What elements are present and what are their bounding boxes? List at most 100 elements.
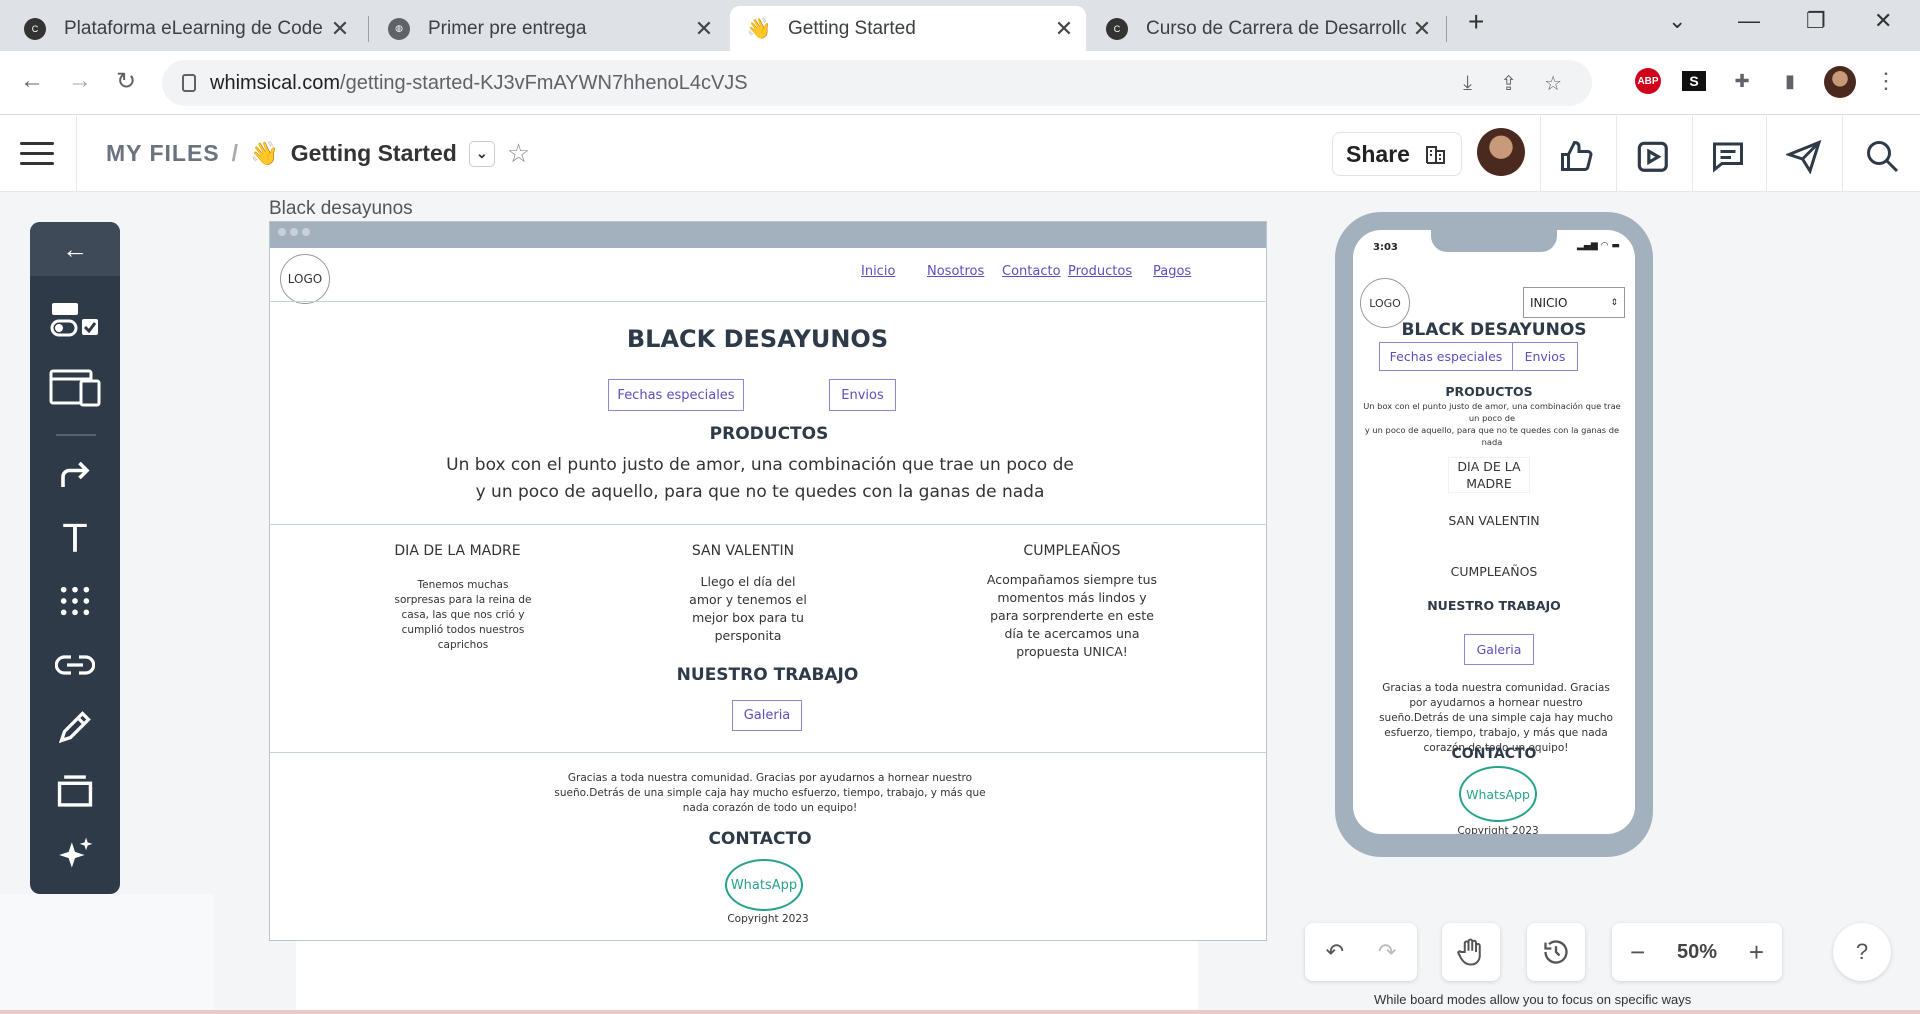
chevron-down-icon[interactable]: ⌄	[468, 140, 495, 167]
phone-notch	[1431, 230, 1557, 252]
frame-browser-bar	[270, 222, 1266, 248]
galeria-button[interactable]: Galeria	[732, 700, 802, 731]
close-icon[interactable]: ✕	[328, 16, 352, 42]
mobile-envios-button[interactable]: Envios	[1512, 342, 1578, 371]
close-icon[interactable]: ✕	[1052, 16, 1076, 42]
send-icon[interactable]	[1784, 136, 1824, 176]
link-icon[interactable]	[30, 640, 120, 690]
productos-heading: PRODUCTOS	[709, 424, 829, 444]
extension-s-icon[interactable]: S	[1682, 71, 1706, 91]
back-arrow-icon[interactable]: ←	[30, 222, 120, 276]
tab-getting-started[interactable]: 👋 Getting Started ✕	[730, 6, 1086, 51]
forward-icon[interactable]: →	[68, 67, 92, 95]
share-button[interactable]: Share	[1332, 132, 1462, 176]
my-files-link[interactable]: MY FILES	[106, 140, 220, 167]
history-icon[interactable]	[1527, 923, 1585, 981]
nav-link-contacto[interactable]: Contacto	[1002, 264, 1061, 279]
zoom-level[interactable]: 50%	[1677, 941, 1717, 964]
nav-link-pagos[interactable]: Pagos	[1153, 264, 1191, 279]
pencil-icon[interactable]	[30, 702, 120, 752]
undo-icon[interactable]: ↶	[1326, 939, 1344, 965]
side-panel-icon[interactable]: ▮	[1774, 65, 1806, 97]
breadcrumb: MY FILES / 👋 Getting Started ⌄ ☆	[106, 138, 530, 169]
wave-icon: 👋	[746, 18, 772, 40]
present-icon[interactable]	[1632, 136, 1672, 176]
adblock-icon[interactable]: ABP	[1635, 68, 1661, 94]
mobile-whatsapp-button[interactable]: WhatsApp	[1459, 766, 1537, 822]
close-icon[interactable]: ✕	[1410, 16, 1434, 42]
zoom-out-icon[interactable]: −	[1630, 937, 1645, 968]
share-label: Share	[1346, 140, 1410, 167]
minimize-icon[interactable]: —	[1738, 8, 1760, 34]
nav-link-nosotros[interactable]: Nosotros	[927, 264, 984, 279]
frame-title[interactable]: Black desayunos	[269, 198, 413, 220]
bookmark-star-icon[interactable]: ☆	[1544, 71, 1562, 96]
profile-avatar[interactable]	[1824, 66, 1856, 98]
nav-link-productos[interactable]: Productos	[1068, 264, 1132, 279]
select-arrows-icon: ⇕	[1610, 297, 1618, 308]
chrome-menu-icon[interactable]: ⋮	[1870, 65, 1902, 97]
card-title-cumpleanos: CUMPLEAÑOS	[1023, 543, 1121, 559]
card-title-madre: DIA DE LA MADRE	[394, 543, 521, 559]
envios-button[interactable]: Envios	[829, 379, 896, 411]
globe-icon: ◍	[388, 17, 410, 40]
url-bar[interactable]: whimsical.com/getting-started-KJ3vFmAYWN…	[162, 60, 1592, 106]
help-button[interactable]: ?	[1833, 923, 1891, 981]
star-icon[interactable]: ☆	[507, 138, 530, 169]
hand-tool-icon[interactable]	[1442, 923, 1500, 981]
tab-title: Getting Started	[788, 17, 916, 39]
whatsapp-button[interactable]: WhatsApp	[725, 859, 803, 911]
fechas-especiales-button[interactable]: Fechas especiales	[608, 379, 744, 411]
nuestro-trabajo-heading: NUESTRO TRABAJO	[676, 665, 859, 685]
lock-icon	[182, 74, 196, 92]
menu-icon[interactable]	[20, 142, 54, 172]
search-icon[interactable]	[1862, 136, 1902, 176]
section-frame-icon[interactable]	[30, 766, 120, 816]
mobile-card-madre: DIA DE LA MADRE	[1449, 458, 1529, 492]
restore-icon[interactable]: ❐	[1806, 8, 1826, 34]
tab-title: Curso de Carrera de Desarrollo F	[1146, 17, 1406, 39]
wave-emoji-icon: 👋	[250, 140, 279, 166]
nav-link-inicio[interactable]: Inicio	[861, 264, 895, 279]
tab-elearning[interactable]: C Plataforma eLearning de Coderh ✕	[6, 6, 362, 51]
mobile-wireframe[interactable]: 3:03 ▂▄▆ ◠ ▬ LOGO INICIO ⇕ BLACK DESAYUNO…	[1335, 212, 1653, 857]
like-icon[interactable]	[1556, 136, 1596, 176]
mobile-galeria-button[interactable]: Galeria	[1464, 634, 1534, 665]
gracias-text: Gracias a toda nuestra comunidad. Gracia…	[554, 772, 986, 814]
board-modes-hint: While board modes allow you to focus on …	[1374, 992, 1694, 1007]
browser-tab-bar: C Plataforma eLearning de Coderh ✕ ◍ Pri…	[0, 0, 1920, 51]
close-icon[interactable]: ✕	[692, 16, 716, 42]
mobile-fechas-button[interactable]: Fechas especiales	[1379, 342, 1513, 371]
zoom-in-icon[interactable]: +	[1749, 937, 1764, 968]
mobile-heading: BLACK DESAYUNOS	[1401, 320, 1587, 340]
mobile-nav-select[interactable]: INICIO ⇕	[1523, 287, 1625, 318]
back-icon[interactable]: ←	[20, 67, 44, 95]
tab-pre-entrega[interactable]: ◍ Primer pre entrega ✕	[370, 6, 726, 51]
page-heading: BLACK DESAYUNOS	[626, 325, 889, 353]
redo-icon[interactable]: ↷	[1378, 939, 1396, 965]
text-tool-icon[interactable]: T	[30, 514, 120, 564]
address-bar-row: ← → ↻ whimsical.com/getting-started-KJ3v…	[0, 51, 1920, 115]
app-header: MY FILES / 👋 Getting Started ⌄ ☆ Share	[0, 116, 1920, 192]
comment-icon[interactable]	[1708, 136, 1748, 176]
grid-icon[interactable]	[30, 576, 120, 626]
card-text-madre: Tenemos muchas sorpresas para la reina d…	[394, 579, 532, 651]
user-avatar[interactable]	[1477, 128, 1525, 176]
extensions-puzzle-icon[interactable]: ✚	[1726, 65, 1758, 97]
connector-arrow-icon[interactable]	[30, 450, 120, 500]
tab-search-icon[interactable]: ⌄	[1668, 8, 1686, 34]
doc-title[interactable]: Getting Started	[291, 140, 457, 167]
productos-text-line2: y un poco de aquello, para que no te que…	[475, 482, 1045, 502]
tab-curso[interactable]: C Curso de Carrera de Desarrollo F ✕	[1088, 6, 1444, 51]
ai-sparkle-icon[interactable]	[30, 830, 120, 880]
window-close-icon[interactable]: ✕	[1874, 8, 1892, 34]
components-icon[interactable]	[30, 296, 120, 346]
new-tab-icon[interactable]: +	[1468, 6, 1484, 38]
canvas-panel	[0, 894, 214, 1014]
install-icon[interactable]: ⤓	[1463, 72, 1472, 95]
zoom-controls: − 50% +	[1612, 923, 1782, 981]
share-page-icon[interactable]: ⇪	[1500, 71, 1517, 96]
reload-icon[interactable]: ↻	[116, 67, 136, 96]
device-frames-icon[interactable]	[30, 362, 120, 412]
mobile-productos-line2: y un poco de aquello, para que no te que…	[1364, 425, 1620, 447]
